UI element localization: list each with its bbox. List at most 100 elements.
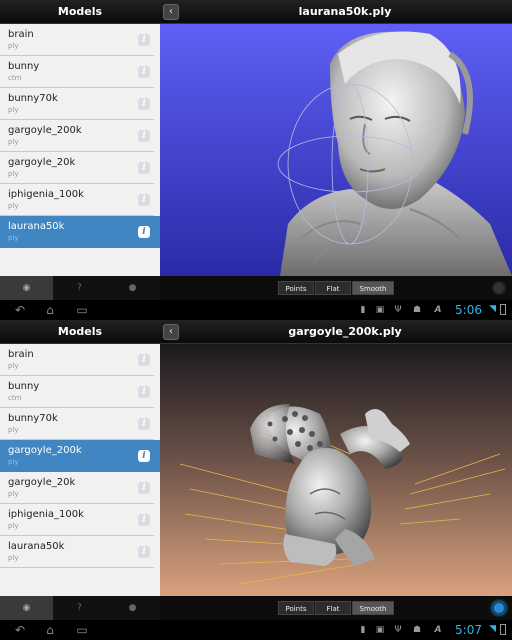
points-mode-button[interactable]: Points (278, 281, 314, 295)
model-name: brain (8, 349, 34, 360)
action-bar: Models ‹ laurana50k.ply (0, 0, 512, 24)
info-icon[interactable]: i (138, 514, 150, 526)
record-button[interactable] (492, 281, 506, 295)
info-icon[interactable]: i (138, 130, 150, 142)
model-name: gargoyle_200k (8, 125, 82, 136)
gargoyle-render (179, 404, 506, 585)
recent-apps-icon[interactable]: ▭ (70, 302, 94, 318)
smooth-mode-button[interactable]: Smooth (352, 601, 394, 615)
model-extension: ply (8, 202, 19, 210)
model-list-item[interactable]: bunny70k ply i (0, 88, 154, 120)
model-extension: ply (8, 106, 19, 114)
comment-tab-icon[interactable]: ● (106, 276, 159, 300)
model-name: iphigenia_100k (8, 189, 84, 200)
info-icon[interactable]: i (138, 418, 150, 430)
wifi-icon: ◥ (489, 624, 496, 634)
model-list: brain ply i bunny ctm i bunny70k ply i gargoyl… (0, 344, 160, 596)
model-list-item[interactable]: laurana50k ply i (0, 536, 154, 568)
screenshot-panel-bottom: Models ‹ gargoyle_200k.ply brain ply i bun… (0, 320, 512, 640)
android-icon: ☗ (412, 305, 422, 315)
model-name: gargoyle_20k (8, 157, 76, 168)
smooth-mode-button[interactable]: Smooth (352, 281, 394, 295)
android-icon: ☗ (412, 625, 422, 635)
model-list-item[interactable]: iphigenia_100k ply i (0, 504, 154, 536)
3d-viewport[interactable] (160, 24, 512, 276)
model-list-item[interactable]: gargoyle_200kply i (0, 120, 154, 152)
info-icon[interactable]: i (138, 34, 150, 46)
model-name: laurana50k (8, 541, 65, 552)
info-icon[interactable]: i (138, 162, 150, 174)
render-mode-bar: Points Flat Smooth (160, 276, 512, 300)
info-icon[interactable]: i (138, 354, 150, 366)
model-extension: ctm (8, 394, 22, 402)
info-icon[interactable]: i (138, 450, 150, 462)
model-list-item[interactable]: brain ply i (0, 344, 154, 376)
3d-viewport[interactable] (160, 344, 512, 596)
info-icon[interactable]: i (138, 98, 150, 110)
info-icon[interactable]: i (138, 194, 150, 206)
back-icon[interactable]: ↶ (8, 622, 32, 638)
home-icon[interactable]: ⌂ (38, 622, 62, 638)
info-icon[interactable]: i (138, 386, 150, 398)
model-list-item[interactable]: bunny ctm i (0, 376, 154, 408)
text-icon: A (434, 305, 442, 315)
model-name: bunny (8, 381, 40, 392)
model-extension: ply (8, 234, 19, 242)
model-list-item[interactable]: gargoyle_20k ply i (0, 472, 154, 504)
collapse-list-button[interactable]: ‹ (163, 324, 179, 340)
model-extension: ply (8, 426, 19, 434)
record-button[interactable] (492, 601, 506, 615)
view-tab-eye-icon[interactable]: ◉ (0, 596, 53, 620)
render-mode-bar: Points Flat Smooth (160, 596, 512, 620)
back-icon[interactable]: ↶ (8, 302, 32, 318)
comment-tab-icon[interactable]: ● (106, 596, 159, 620)
collapse-list-button[interactable]: ‹ (163, 4, 179, 20)
clock: 5:06 (455, 303, 482, 317)
system-bar: ↶ ⌂ ▭ ▮ ▣ Ψ ☗ A 5:06 ◥ (0, 300, 512, 320)
recent-apps-icon[interactable]: ▭ (70, 622, 94, 638)
model-extension: ply (8, 138, 19, 146)
model-list-item[interactable]: gargoyle_20k ply i (0, 152, 154, 184)
system-bar: ↶ ⌂ ▭ ▮ ▣ Ψ ☗ A 5:07 ◥ (0, 620, 512, 640)
model-extension: ctm (8, 74, 22, 82)
model-extension: ply (8, 490, 19, 498)
model-name: bunny70k (8, 93, 58, 104)
model-name: iphigenia_100k (8, 509, 84, 520)
home-icon[interactable]: ⌂ (38, 302, 62, 318)
image-icon: ▣ (375, 625, 385, 635)
info-icon[interactable]: i (138, 482, 150, 494)
image-icon: ▣ (375, 305, 385, 315)
model-list-item[interactable]: bunny ctm i (0, 56, 154, 88)
clock: 5:07 (455, 623, 482, 637)
help-tab-question-icon[interactable]: ? (53, 596, 106, 620)
model-name: bunny70k (8, 413, 58, 424)
model-list: brain ply i bunny ctm i bunny70k ply i gargoyl… (0, 24, 160, 276)
points-mode-button[interactable]: Points (278, 601, 314, 615)
info-icon[interactable]: i (138, 546, 150, 558)
model-name: bunny (8, 61, 40, 72)
model-extension: ply (8, 458, 19, 466)
model-list-item[interactable]: brain ply i (0, 24, 154, 56)
usb-icon: Ψ (394, 305, 402, 315)
flat-mode-button[interactable]: Flat (315, 281, 351, 295)
models-title: Models (57, 325, 103, 338)
wifi-icon: ◥ (489, 304, 496, 314)
help-tab-question-icon[interactable]: ? (53, 276, 106, 300)
models-title: Models (57, 5, 103, 18)
info-icon[interactable]: i (138, 226, 150, 238)
model-name: gargoyle_200k (8, 445, 82, 456)
text-icon: A (434, 625, 442, 635)
laurana-bust-render (277, 31, 512, 276)
battery-icon (500, 304, 506, 315)
model-list-item-selected[interactable]: laurana50k ply i (0, 216, 160, 248)
battery-icon (500, 624, 506, 635)
model-list-item[interactable]: bunny70k ply i (0, 408, 154, 440)
usb-icon: Ψ (394, 625, 402, 635)
sd-card-icon: ▮ (360, 305, 366, 315)
info-icon[interactable]: i (138, 66, 150, 78)
screenshot-panel-top: Models ‹ laurana50k.ply brain ply i bunny c… (0, 0, 512, 320)
view-tab-eye-icon[interactable]: ◉ (0, 276, 53, 300)
flat-mode-button[interactable]: Flat (315, 601, 351, 615)
model-list-item[interactable]: iphigenia_100kply i (0, 184, 154, 216)
model-list-item-selected[interactable]: gargoyle_200kply i (0, 440, 160, 472)
